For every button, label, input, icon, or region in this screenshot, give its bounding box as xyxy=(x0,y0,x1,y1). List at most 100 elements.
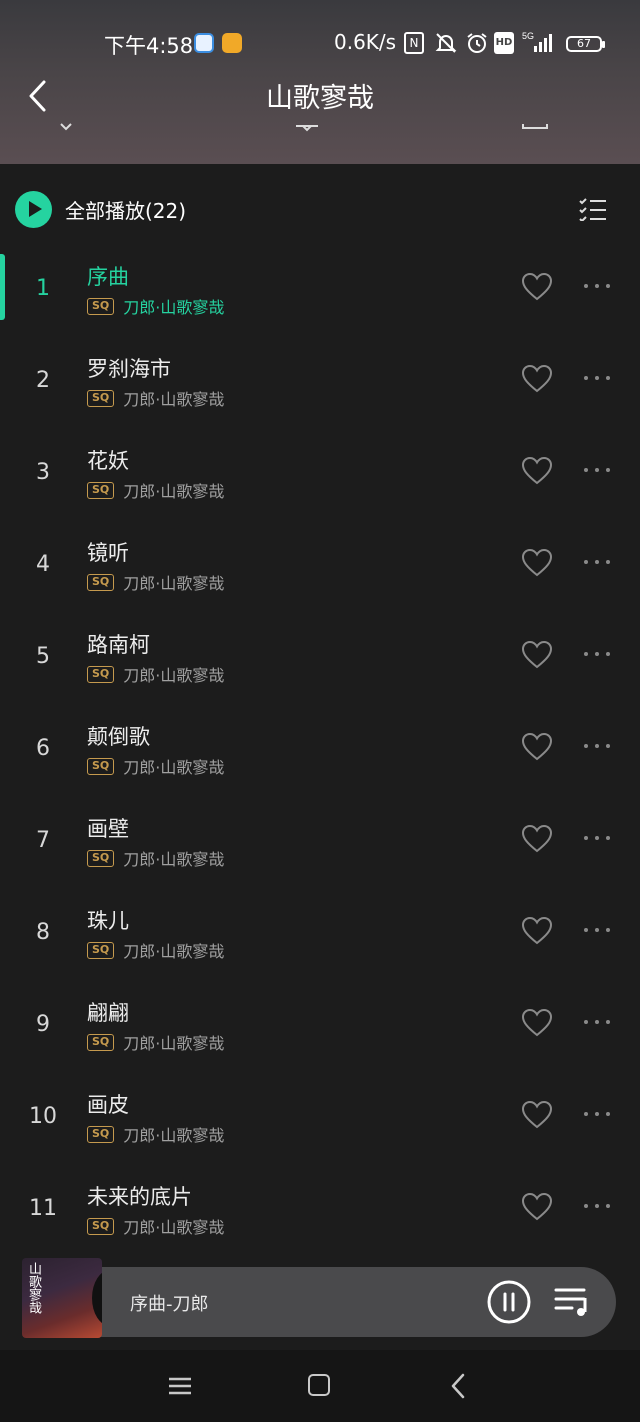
app-notification-icon xyxy=(194,33,214,53)
more-options-icon[interactable] xyxy=(580,1104,614,1124)
multi-select-icon[interactable] xyxy=(578,197,608,221)
net-speed: 0.6K/s xyxy=(334,30,397,54)
more-options-icon[interactable] xyxy=(580,1012,614,1032)
play-all-button[interactable] xyxy=(15,191,52,228)
song-row[interactable]: 11 未来的底片 SQ 刀郎·山歌寥哉 xyxy=(0,1174,640,1266)
song-meta: SQ 刀郎·山歌寥哉 xyxy=(87,1030,224,1054)
song-title: 镜听 xyxy=(87,541,129,565)
nfc-icon: N xyxy=(404,32,424,54)
song-number: 3 xyxy=(36,460,50,485)
song-meta: SQ 刀郎·山歌寥哉 xyxy=(87,938,224,962)
heart-icon[interactable] xyxy=(521,1008,553,1038)
album-cover[interactable]: 山歌寥哉 xyxy=(22,1258,102,1338)
song-artist: 刀郎·山歌寥哉 xyxy=(123,298,225,317)
song-artist: 刀郎·山歌寥哉 xyxy=(123,1034,225,1053)
song-row[interactable]: 2 罗刹海市 SQ 刀郎·山歌寥哉 xyxy=(0,346,640,438)
more-options-icon[interactable] xyxy=(580,1196,614,1216)
song-row[interactable]: 10 画皮 SQ 刀郎·山歌寥哉 xyxy=(0,1082,640,1174)
heart-icon[interactable] xyxy=(521,732,553,762)
collapsed-header-icon xyxy=(522,124,548,129)
song-title: 罗刹海市 xyxy=(87,357,171,381)
status-bar: 下午4:58 0.6K/s N HD 5G 67 xyxy=(0,28,640,62)
song-row[interactable]: 5 路南柯 SQ 刀郎·山歌寥哉 xyxy=(0,622,640,714)
song-number: 7 xyxy=(36,828,50,853)
song-title: 花妖 xyxy=(87,449,129,473)
more-options-icon[interactable] xyxy=(580,552,614,572)
song-title: 画皮 xyxy=(87,1093,129,1117)
now-playing-indicator xyxy=(0,254,5,320)
more-options-icon[interactable] xyxy=(580,644,614,664)
playlist-icon[interactable] xyxy=(554,1284,592,1320)
more-options-icon[interactable] xyxy=(580,368,614,388)
song-meta: SQ 刀郎·山歌寥哉 xyxy=(87,662,224,686)
cloud-notification-icon xyxy=(222,33,242,53)
now-playing-title[interactable]: 序曲-刀郎 xyxy=(130,1290,209,1316)
song-artist: 刀郎·山歌寥哉 xyxy=(123,574,225,593)
quality-badge: SQ xyxy=(87,849,115,867)
more-options-icon[interactable] xyxy=(580,828,614,848)
heart-icon[interactable] xyxy=(521,272,553,302)
song-row[interactable]: 7 画壁 SQ 刀郎·山歌寥哉 xyxy=(0,806,640,898)
quality-badge: SQ xyxy=(87,1033,115,1051)
page-title: 山歌寥哉 xyxy=(266,83,374,114)
song-list: 1 序曲 SQ 刀郎·山歌寥哉 2 罗刹海市 SQ 刀郎·山歌寥哉 3 花妖 S… xyxy=(0,254,640,1266)
more-options-icon[interactable] xyxy=(580,460,614,480)
play-all-label[interactable]: 全部播放(22) xyxy=(65,195,186,224)
more-options-icon[interactable] xyxy=(580,920,614,940)
svg-text:5G: 5G xyxy=(522,31,534,41)
quality-badge: SQ xyxy=(87,1125,115,1143)
recents-menu-icon[interactable] xyxy=(167,1376,193,1396)
song-meta: SQ 刀郎·山歌寥哉 xyxy=(87,294,224,318)
heart-icon[interactable] xyxy=(521,364,553,394)
song-row[interactable]: 6 颠倒歌 SQ 刀郎·山歌寥哉 xyxy=(0,714,640,806)
song-number: 10 xyxy=(29,1104,57,1129)
song-title: 颠倒歌 xyxy=(87,725,150,749)
song-artist: 刀郎·山歌寥哉 xyxy=(123,942,225,961)
song-number: 4 xyxy=(36,552,50,577)
quality-badge: SQ xyxy=(87,481,115,499)
quality-badge: SQ xyxy=(87,1217,115,1235)
song-number: 9 xyxy=(36,1012,50,1037)
hd-icon: HD xyxy=(494,32,514,54)
song-artist: 刀郎·山歌寥哉 xyxy=(123,1126,225,1145)
more-options-icon[interactable] xyxy=(580,276,614,296)
song-meta: SQ 刀郎·山歌寥哉 xyxy=(87,1214,224,1238)
cover-title: 山歌寥哉 xyxy=(26,1262,41,1314)
song-title: 未来的底片 xyxy=(87,1185,192,1209)
heart-icon[interactable] xyxy=(521,824,553,854)
song-title: 路南柯 xyxy=(87,633,150,657)
heart-icon[interactable] xyxy=(521,916,553,946)
song-number: 1 xyxy=(36,276,50,301)
song-title: 画壁 xyxy=(87,817,129,841)
heart-icon[interactable] xyxy=(521,548,553,578)
quality-badge: SQ xyxy=(87,297,115,315)
battery-icon: 67 xyxy=(566,36,605,52)
song-row[interactable]: 9 翩翩 SQ 刀郎·山歌寥哉 xyxy=(0,990,640,1082)
vinyl-disc-icon xyxy=(92,1270,102,1326)
more-options-icon[interactable] xyxy=(580,736,614,756)
heart-icon[interactable] xyxy=(521,640,553,670)
song-meta: SQ 刀郎·山歌寥哉 xyxy=(87,570,224,594)
song-row[interactable]: 4 镜听 SQ 刀郎·山歌寥哉 xyxy=(0,530,640,622)
song-title: 序曲 xyxy=(87,265,129,289)
song-meta: SQ 刀郎·山歌寥哉 xyxy=(87,478,224,502)
system-nav-bar xyxy=(0,1350,640,1422)
heart-icon[interactable] xyxy=(521,1192,553,1222)
header: 下午4:58 0.6K/s N HD 5G 67 山歌寥哉 xyxy=(0,0,640,164)
quality-badge: SQ xyxy=(87,941,115,959)
collapsed-header-icon xyxy=(296,125,318,132)
song-row[interactable]: 3 花妖 SQ 刀郎·山歌寥哉 xyxy=(0,438,640,530)
pause-button[interactable] xyxy=(486,1279,532,1325)
song-row[interactable]: 8 珠儿 SQ 刀郎·山歌寥哉 xyxy=(0,898,640,990)
song-row[interactable]: 1 序曲 SQ 刀郎·山歌寥哉 xyxy=(0,254,640,346)
song-meta: SQ 刀郎·山歌寥哉 xyxy=(87,1122,224,1146)
heart-icon[interactable] xyxy=(521,1100,553,1130)
mute-icon xyxy=(434,32,458,54)
song-meta: SQ 刀郎·山歌寥哉 xyxy=(87,754,224,778)
heart-icon[interactable] xyxy=(521,456,553,486)
home-icon[interactable] xyxy=(308,1374,330,1396)
nav-back-icon[interactable] xyxy=(448,1372,468,1400)
song-number: 2 xyxy=(36,368,50,393)
song-artist: 刀郎·山歌寥哉 xyxy=(123,482,225,501)
quality-badge: SQ xyxy=(87,389,115,407)
